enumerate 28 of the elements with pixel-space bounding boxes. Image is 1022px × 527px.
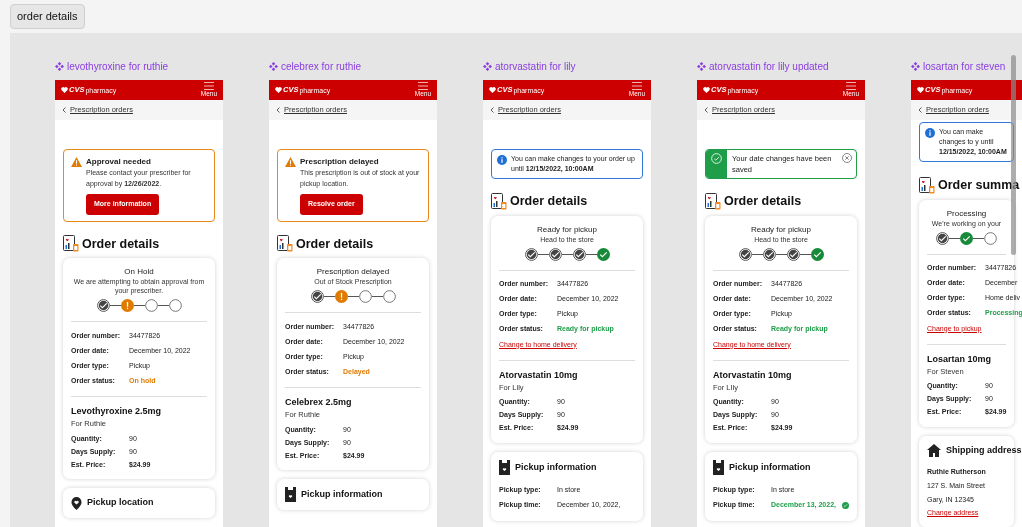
frame-title: atorvastatin for lily bbox=[495, 60, 576, 74]
card-title: Pickup information bbox=[515, 460, 597, 474]
section-heading: Order details bbox=[82, 235, 160, 253]
status-title: Ready for pickup bbox=[536, 223, 598, 235]
medication-name: Levothyroxine 2.5mg bbox=[71, 405, 163, 418]
status-title: On Hold bbox=[123, 266, 155, 278]
section-heading: Order details bbox=[296, 235, 374, 253]
medication-name: Atorvastatin 10mg bbox=[499, 368, 579, 381]
frame-title: atorvastatin for lily updated bbox=[709, 60, 829, 74]
medication-name: Atorvastatin 10mg bbox=[713, 368, 793, 381]
banner-title: Approval needed bbox=[86, 156, 152, 167]
page-button[interactable]: order details bbox=[10, 4, 85, 29]
frame-title: celebrex for ruthie bbox=[281, 60, 362, 74]
banner-title: Prescription delayed bbox=[300, 156, 380, 167]
medication-name: Losartan 10mg bbox=[927, 352, 993, 365]
card-title: Shipping address bbox=[946, 443, 1022, 457]
frame-title: losartan for steven bbox=[923, 60, 1006, 74]
section-heading: Order summa bbox=[938, 177, 1020, 194]
card-title: Pickup location bbox=[87, 496, 154, 510]
medication-name: Celebrex 2.5mg bbox=[285, 396, 353, 409]
section-heading: Order details bbox=[510, 193, 588, 210]
section-heading: Order details bbox=[724, 193, 802, 210]
status-title: Ready for pickup bbox=[750, 223, 812, 235]
card-title: Pickup information bbox=[729, 460, 811, 474]
frame-title: levothyroxine for ruthie bbox=[67, 60, 169, 74]
card-title: Pickup information bbox=[301, 488, 383, 501]
status-title: Prescription delayed bbox=[315, 266, 391, 278]
status-title: Processing bbox=[945, 207, 988, 219]
